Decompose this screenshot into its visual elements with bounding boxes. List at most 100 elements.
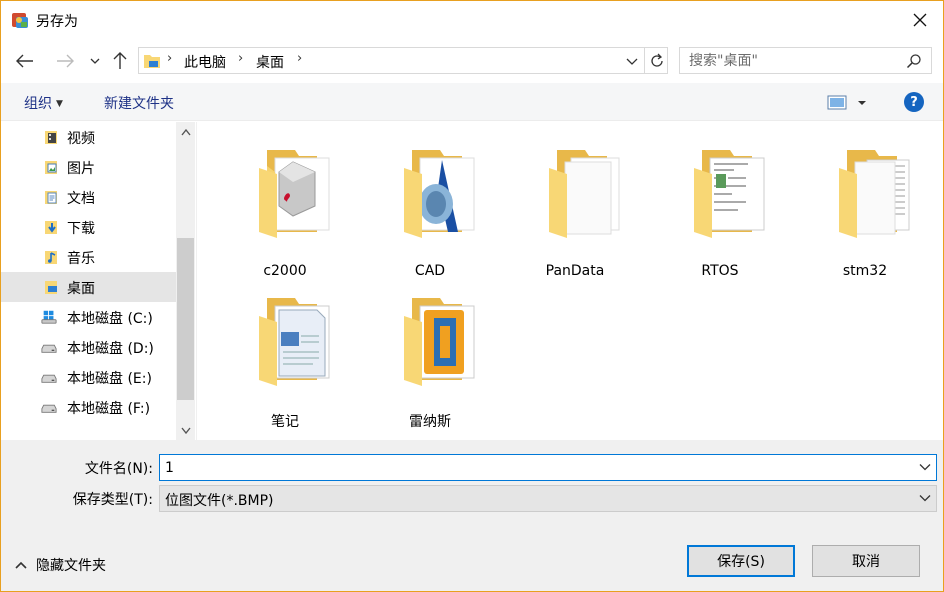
folder-item[interactable]: 笔记 <box>220 278 350 430</box>
navigation-scrollbar[interactable] <box>176 122 195 440</box>
close-button[interactable] <box>897 1 943 39</box>
sidebar-item-label: 视频 <box>67 131 95 147</box>
drive-icon <box>41 374 57 383</box>
folder-name: CAD <box>414 263 446 279</box>
folder-icon <box>259 150 330 238</box>
save-button[interactable]: 保存(S) <box>687 545 795 577</box>
drive-icon <box>41 404 57 413</box>
back-button[interactable] <box>13 49 37 73</box>
video-folder-icon <box>45 131 57 144</box>
folder-name: 笔记 <box>271 414 299 430</box>
sidebar-item-label: 本地磁盘 (E:) <box>67 371 152 387</box>
sidebar-item-label: 文档 <box>67 191 95 207</box>
view-options-icon <box>827 95 866 110</box>
breadcrumb-this-pc[interactable]: 此电脑 <box>184 52 226 72</box>
sidebar-item-drive-e[interactable]: 本地磁盘 (E:) <box>1 362 176 392</box>
hide-folders-toggle[interactable]: 隐藏文件夹 <box>15 555 106 575</box>
filetype-dropdown-button[interactable] <box>918 491 932 505</box>
refresh-button[interactable] <box>644 48 668 73</box>
close-icon <box>913 13 927 27</box>
sidebar-item-label: 图片 <box>67 161 95 177</box>
documents-folder-icon <box>45 191 57 204</box>
breadcrumb-separator-icon[interactable]: › <box>297 51 302 66</box>
folder-name: RTOS <box>701 263 739 279</box>
sidebar-item-desktop[interactable]: 桌面 <box>1 272 176 302</box>
hide-folders-label: 隐藏文件夹 <box>36 558 106 574</box>
desktop-folder-icon <box>45 281 57 294</box>
up-button[interactable] <box>108 49 132 73</box>
chevron-up-icon <box>180 128 191 135</box>
title-bar: 另存为 <box>1 1 943 39</box>
window-title: 另存为 <box>36 14 78 30</box>
navigation-pane: 视频 图片 文档 下载 音乐 桌面 本地磁盘 (C:) 本地磁盘 (D:) 本地… <box>1 122 197 440</box>
scroll-thumb[interactable] <box>177 238 194 400</box>
folder-name: 雷纳斯 <box>409 414 451 430</box>
sidebar-item-drive-f[interactable]: 本地磁盘 (F:) <box>1 392 176 422</box>
chevron-down-icon <box>626 58 638 65</box>
sidebar-item-documents[interactable]: 文档 <box>1 182 176 212</box>
refresh-icon <box>650 53 663 67</box>
folder-item[interactable]: RTOS <box>655 130 785 279</box>
sidebar-item-label: 下载 <box>67 221 95 237</box>
drive-icon <box>41 344 57 353</box>
downloads-folder-icon <box>45 221 57 234</box>
desktop-folder-icon <box>144 55 160 68</box>
folder-item[interactable]: CAD <box>365 130 495 279</box>
forward-button[interactable] <box>53 49 77 73</box>
scroll-up-button[interactable] <box>176 122 195 142</box>
recent-locations-button[interactable] <box>83 49 107 73</box>
filename-combobox[interactable] <box>159 454 937 481</box>
change-view-button[interactable] <box>827 94 871 112</box>
sidebar-item-label: 音乐 <box>67 251 95 267</box>
sidebar-item-label: 本地磁盘 (D:) <box>67 341 154 357</box>
folder-icon <box>549 150 620 238</box>
filetype-value: 位图文件(*.BMP) <box>165 493 274 509</box>
windows-drive-icon <box>41 310 57 324</box>
folder-name: PanData <box>545 263 605 279</box>
chevron-down-icon <box>919 495 931 502</box>
folder-icon <box>259 298 330 386</box>
address-bar[interactable]: › 此电脑 › 桌面 › <box>138 47 668 74</box>
sidebar-item-music[interactable]: 音乐 <box>1 242 176 272</box>
sidebar-item-videos[interactable]: 视频 <box>1 122 176 152</box>
save-as-dialog: 另存为 › 此电脑 › 桌面 › 搜索"桌面" 组织 ▼ 新建文件夹 ? 视频 … <box>0 0 944 592</box>
organize-label: 组织 <box>24 96 52 112</box>
sidebar-item-drive-d[interactable]: 本地磁盘 (D:) <box>1 332 176 362</box>
breadcrumb-desktop[interactable]: 桌面 <box>256 52 284 72</box>
chevron-down-icon <box>919 464 931 471</box>
filetype-select[interactable]: 位图文件(*.BMP) <box>159 485 937 512</box>
save-options-panel: 文件名(N): 保存类型(T): 位图文件(*.BMP) 隐藏文件夹 保存(S)… <box>1 440 943 591</box>
folder-item[interactable]: PanData <box>510 130 640 279</box>
sidebar-item-drive-c[interactable]: 本地磁盘 (C:) <box>1 302 176 332</box>
arrow-up-icon <box>113 52 127 69</box>
folder-item[interactable]: stm32 <box>800 130 930 279</box>
scroll-down-button[interactable] <box>176 420 195 440</box>
folder-item[interactable]: 雷纳斯 <box>365 278 495 430</box>
cancel-button[interactable]: 取消 <box>812 545 920 577</box>
sidebar-item-pictures[interactable]: 图片 <box>1 152 176 182</box>
filename-label: 文件名(N): <box>84 461 153 477</box>
arrow-right-icon <box>57 54 74 68</box>
filename-dropdown-button[interactable] <box>918 460 932 474</box>
search-box[interactable] <box>679 47 932 74</box>
breadcrumb-separator-icon: › <box>238 51 244 66</box>
triangle-down-icon: ▼ <box>56 99 63 109</box>
folder-icon <box>694 150 765 238</box>
breadcrumb-separator-icon: › <box>167 51 173 66</box>
new-folder-button[interactable]: 新建文件夹 <box>104 93 174 113</box>
chevron-up-icon <box>15 561 27 569</box>
folder-item[interactable]: c2000 <box>220 130 350 279</box>
sidebar-item-label: 桌面 <box>67 281 95 297</box>
help-button[interactable]: ? <box>904 92 924 112</box>
command-bar: 组织 ▼ 新建文件夹 ? <box>1 83 943 121</box>
search-input[interactable] <box>680 48 900 73</box>
filetype-label: 保存类型(T): <box>72 492 153 508</box>
sidebar-item-label: 本地磁盘 (F:) <box>67 401 151 417</box>
file-list: c2000 CAD PanData RTOS stm32 笔记 雷纳斯 <box>197 122 943 440</box>
address-dropdown-button[interactable] <box>623 52 641 70</box>
navigation-bar: › 此电脑 › 桌面 › <box>1 41 943 81</box>
filename-input[interactable] <box>160 455 910 480</box>
organize-menu[interactable]: 组织 ▼ <box>24 93 63 113</box>
pictures-folder-icon <box>45 161 57 174</box>
sidebar-item-downloads[interactable]: 下载 <box>1 212 176 242</box>
